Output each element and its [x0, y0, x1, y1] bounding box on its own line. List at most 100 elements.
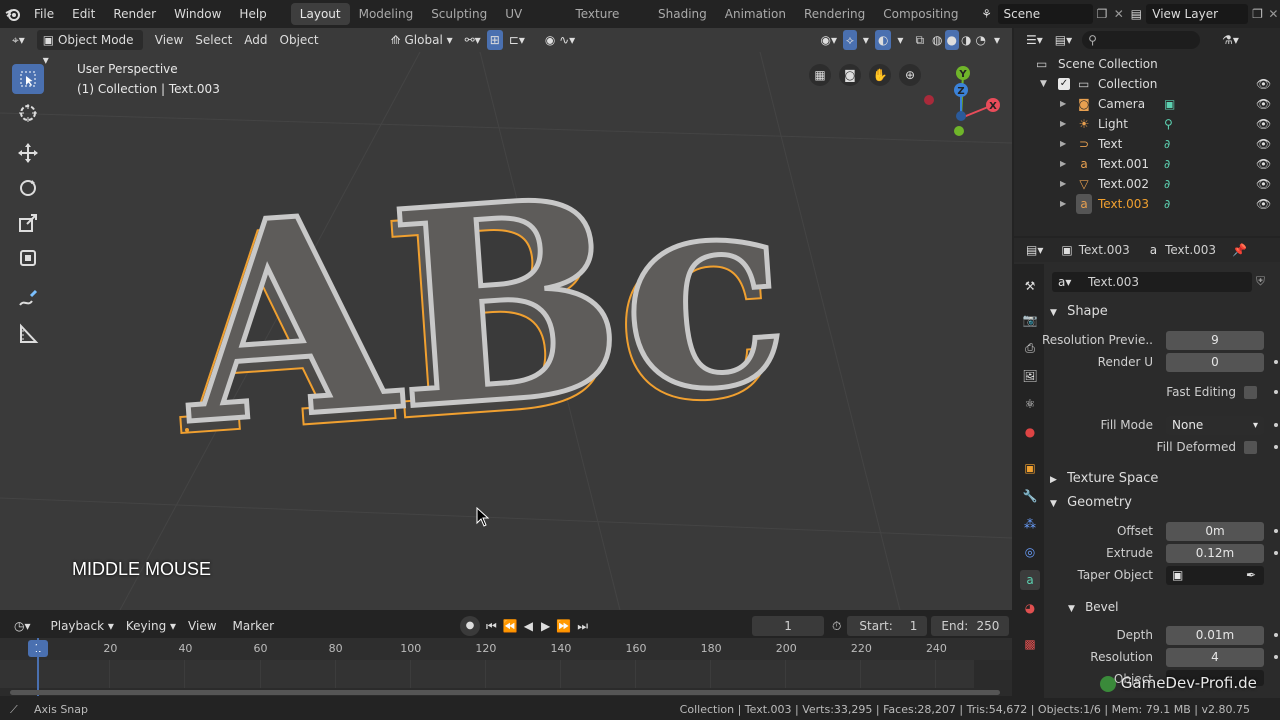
- fast-editing-checkbox[interactable]: [1244, 386, 1257, 399]
- fast-editing-keyframe-dot[interactable]: [1274, 390, 1278, 394]
- menu-edit[interactable]: Edit: [63, 0, 104, 28]
- gizmo-toggle-icon[interactable]: ⟡: [842, 30, 857, 50]
- record-icon[interactable]: ●: [460, 616, 481, 636]
- menu-window[interactable]: Window: [165, 0, 230, 28]
- extrude-field[interactable]: 0.12m: [1166, 544, 1264, 563]
- camera-view-icon[interactable]: ◙: [839, 64, 861, 86]
- visibility-eye-icon[interactable]: 👁: [1256, 174, 1271, 194]
- play-icon[interactable]: ▶: [541, 619, 550, 633]
- tab-uv-editing[interactable]: UV Editing: [496, 3, 566, 43]
- fill-mode-select[interactable]: None ▾: [1166, 416, 1264, 435]
- fill-mode-keyframe-dot[interactable]: [1274, 423, 1278, 427]
- tab-output[interactable]: ⎙: [1020, 338, 1040, 358]
- bevel-resolution-keyframe-dot[interactable]: [1274, 655, 1278, 659]
- scene-selector[interactable]: Scene: [997, 4, 1093, 24]
- bevel-panel-header[interactable]: ▼ Bevel: [1068, 596, 1280, 618]
- menu-help[interactable]: Help: [230, 0, 275, 28]
- tab-physics[interactable]: ◎: [1020, 542, 1040, 562]
- menu-view[interactable]: View: [149, 30, 189, 50]
- shading-dropdown-icon[interactable]: ▾: [988, 30, 1006, 50]
- tab-view-layer[interactable]: 🖼: [1020, 366, 1040, 386]
- outliner-scene-collection[interactable]: ▭ Scene Collection: [1014, 54, 1280, 74]
- menu-object[interactable]: Object: [274, 30, 325, 50]
- measure-tool[interactable]: [12, 319, 44, 349]
- outliner-item-light[interactable]: ▶ ☀ Light ⚲ 👁: [1014, 114, 1280, 134]
- end-frame-field[interactable]: End: 250: [931, 616, 1010, 636]
- shading-wireframe-icon[interactable]: ◍: [930, 30, 944, 50]
- fill-deformed-checkbox[interactable]: [1244, 441, 1257, 454]
- scene-copy-icon[interactable]: ❐: [1093, 7, 1111, 21]
- fill-deformed-keyframe-dot[interactable]: [1274, 445, 1278, 449]
- resolution-preview-field[interactable]: 9: [1166, 331, 1264, 350]
- object-data-icon[interactable]: ⚲: [1164, 114, 1173, 134]
- expand-arrow-icon[interactable]: ▶: [1060, 134, 1066, 154]
- eyedropper-icon[interactable]: ✒: [1246, 568, 1256, 582]
- render-u-keyframe-dot[interactable]: [1274, 360, 1278, 364]
- datablock-selector[interactable]: a▾ Text.003: [1052, 272, 1252, 292]
- proportional-edit-icon[interactable]: ◉ ∿▾: [539, 30, 581, 50]
- outliner-item-text-001[interactable]: ▶ a Text.001 ∂ 👁: [1014, 154, 1280, 174]
- menu-timeline-view[interactable]: View: [182, 616, 222, 636]
- tab-texture-paint[interactable]: Texture Paint: [566, 3, 649, 43]
- bevel-resolution-field[interactable]: 4: [1166, 648, 1264, 667]
- expand-arrow-icon[interactable]: ▼: [1040, 74, 1047, 94]
- outliner-item-camera[interactable]: ▶ ◙ Camera ▣ 👁: [1014, 94, 1280, 114]
- tab-compositing[interactable]: Compositing: [874, 3, 967, 25]
- menu-playback[interactable]: Playback ▾: [45, 616, 120, 636]
- visibility-icon[interactable]: ◉▾: [814, 30, 843, 50]
- offset-keyframe-dot[interactable]: [1274, 529, 1278, 533]
- select-box-tool[interactable]: [12, 64, 44, 94]
- xray-icon[interactable]: ⧉: [909, 30, 930, 50]
- jump-keyframe-forward-icon[interactable]: ⏩: [556, 619, 571, 633]
- scale-tool[interactable]: [12, 208, 44, 238]
- visibility-eye-icon[interactable]: 👁: [1256, 74, 1271, 94]
- scene-icon[interactable]: ⚘: [976, 7, 998, 21]
- current-frame-field[interactable]: 1: [752, 616, 825, 636]
- tab-material[interactable]: ◕: [1020, 598, 1040, 618]
- 3d-text-object[interactable]: ABc ABc: [0, 28, 1012, 610]
- editor-type-icon[interactable]: ⌖▾: [6, 30, 31, 50]
- visibility-eye-icon[interactable]: 👁: [1256, 94, 1271, 114]
- object-data-icon[interactable]: ∂: [1164, 134, 1170, 154]
- pan-hand-icon[interactable]: ✋: [869, 64, 891, 86]
- tab-shading[interactable]: Shading: [649, 3, 716, 25]
- start-frame-field[interactable]: Start: 1: [847, 616, 928, 636]
- pin-icon[interactable]: 📌: [1232, 243, 1247, 257]
- tab-tool[interactable]: ⚒: [1020, 276, 1040, 296]
- 3d-viewport[interactable]: ABc ABc ⌖▾ ▣ Object Mode ▾ View Select A…: [0, 28, 1012, 610]
- tab-modifiers[interactable]: 🔧: [1020, 486, 1040, 506]
- tab-object[interactable]: ▣: [1020, 458, 1040, 478]
- view-layer-remove-icon[interactable]: ✕: [1267, 7, 1280, 21]
- tab-layout[interactable]: Layout: [290, 3, 350, 25]
- stopwatch-icon[interactable]: ⏱: [832, 619, 841, 634]
- mode-selector[interactable]: ▣ Object Mode ▾: [36, 30, 143, 67]
- tab-modeling[interactable]: Modeling: [350, 3, 423, 25]
- expand-arrow-icon[interactable]: ▶: [1060, 194, 1066, 214]
- view-layer-icon[interactable]: ▤: [1126, 7, 1146, 21]
- filter-icon[interactable]: ⚗▾: [1216, 30, 1245, 50]
- tab-world[interactable]: ●: [1020, 422, 1040, 442]
- visibility-eye-icon[interactable]: 👁: [1256, 154, 1271, 174]
- object-data-icon[interactable]: ∂: [1164, 154, 1170, 174]
- menu-select[interactable]: Select: [189, 30, 238, 50]
- annotate-tool[interactable]: [12, 284, 44, 314]
- object-data-icon[interactable]: ∂: [1164, 194, 1170, 214]
- pivot-icon[interactable]: ⚯▾: [459, 30, 487, 50]
- outliner-item-text-002[interactable]: ▶ ▽ Text.002 ∂ 👁: [1014, 174, 1280, 194]
- collection-checkbox[interactable]: ✓: [1058, 78, 1070, 90]
- move-tool[interactable]: [12, 138, 44, 168]
- gizmo-dropdown-icon[interactable]: ▾: [857, 30, 875, 50]
- visibility-eye-icon[interactable]: 👁: [1256, 134, 1271, 154]
- toggle-camera-view-icon[interactable]: ▦: [809, 64, 831, 86]
- tab-render[interactable]: 📷: [1020, 310, 1040, 330]
- outliner-search-input[interactable]: ⚲: [1082, 31, 1201, 49]
- properties-editor-type-icon[interactable]: ▤▾: [1020, 240, 1049, 260]
- tab-texture[interactable]: ▩: [1020, 634, 1040, 654]
- shading-solid-icon[interactable]: ●: [944, 30, 959, 50]
- tab-rendering[interactable]: Rendering: [795, 3, 874, 25]
- cursor-tool[interactable]: [12, 98, 44, 128]
- expand-arrow-icon[interactable]: ▶: [1060, 114, 1066, 134]
- geometry-panel-header[interactable]: ▼ Geometry: [1050, 492, 1280, 514]
- snap-icon[interactable]: ⊞: [486, 30, 503, 50]
- overlay-dropdown-icon[interactable]: ▾: [891, 30, 909, 50]
